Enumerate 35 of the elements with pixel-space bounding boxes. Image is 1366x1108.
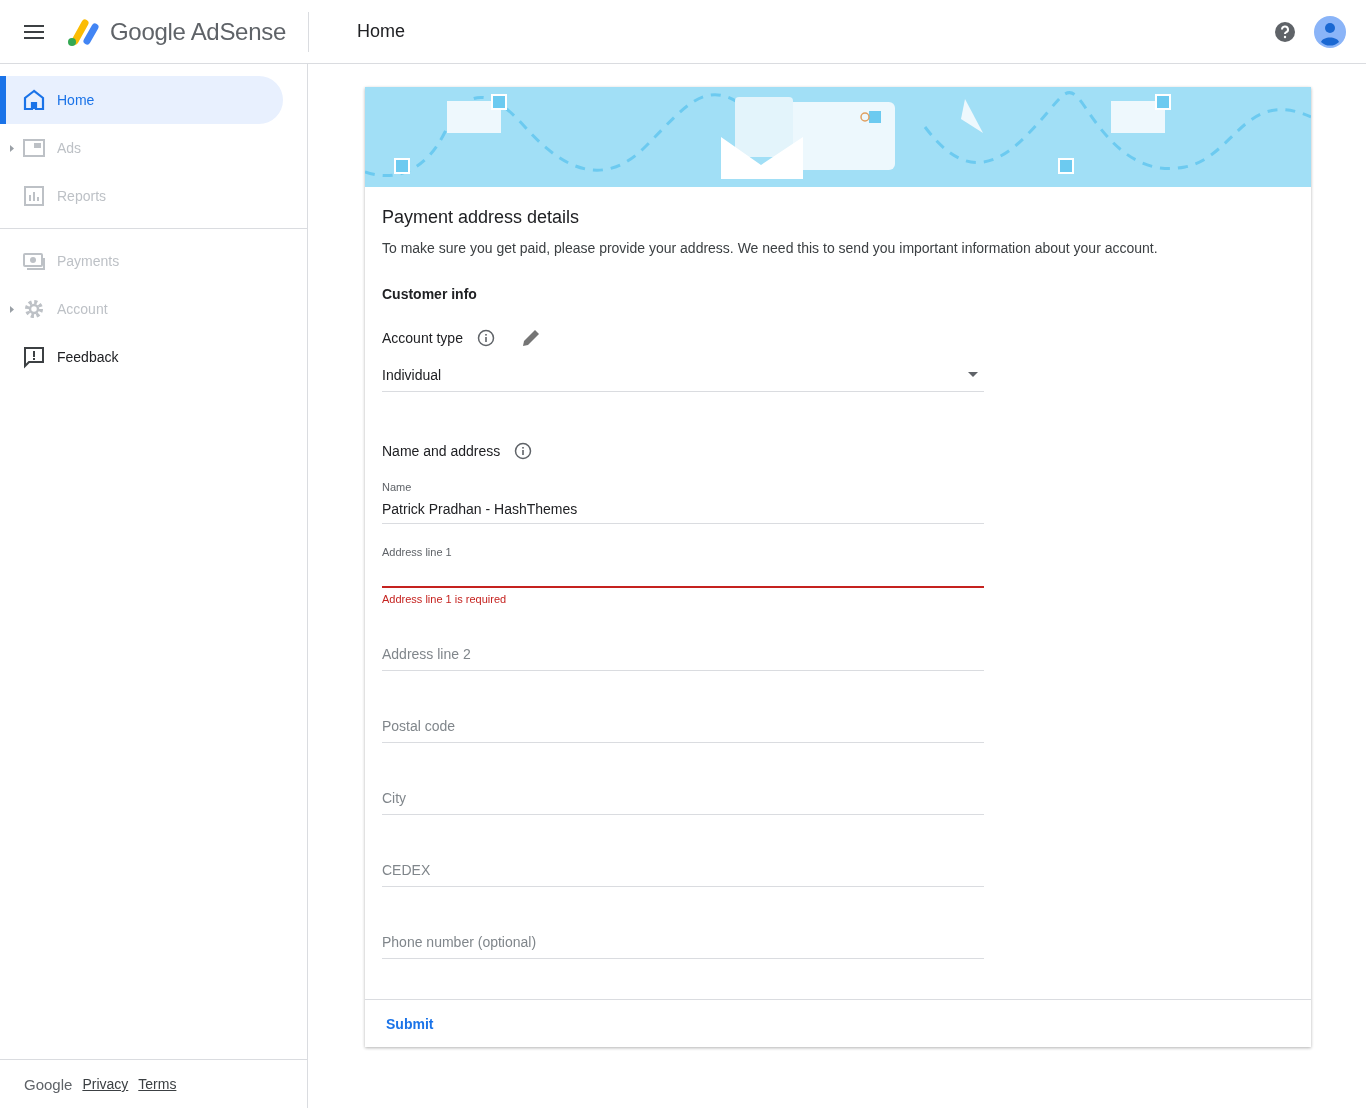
submit-button[interactable]: Submit: [377, 1009, 443, 1038]
input-field[interactable]: Phone number (optional): [382, 917, 984, 959]
field-label: Account type: [382, 330, 463, 346]
error-message: Address line 1 is required: [382, 593, 508, 605]
footer-link[interactable]: Privacy: [82, 1076, 129, 1092]
section-heading: Customer info: [382, 286, 478, 302]
menu-icon[interactable]: [24, 24, 44, 39]
ads-icon: [22, 136, 46, 160]
info-icon[interactable]: [514, 442, 533, 460]
logo-icon: [66, 16, 100, 47]
name-field[interactable]: Name Patrick Pradhan - HashThemes: [382, 481, 984, 524]
account-icon: [22, 297, 46, 321]
info-icon[interactable]: [476, 329, 495, 347]
input-field[interactable]: City: [382, 773, 984, 815]
dropdown-arrow-icon: [968, 372, 978, 377]
account-type-dropdown[interactable]: Individual: [382, 358, 984, 392]
page-title: Home: [356, 21, 405, 42]
input-field[interactable]: CEDEX: [382, 845, 984, 887]
edit-icon[interactable]: [520, 328, 541, 348]
card-description: To make sure you get paid, please provide your address. We need this to send you important information about your account.: [382, 240, 1159, 256]
sidebar-item[interactable]: Feedback: [0, 333, 283, 381]
input-field[interactable]: Postal code: [382, 701, 984, 743]
footer-link[interactable]: Terms: [138, 1076, 177, 1092]
sidebar-item[interactable]: Home: [0, 76, 283, 124]
reports-icon: [22, 184, 46, 208]
field-label: Name and address: [382, 443, 501, 459]
avatar-icon[interactable]: [1314, 15, 1346, 48]
help-icon[interactable]: [1274, 20, 1296, 43]
brand-name: Google AdSense: [110, 17, 286, 46]
home-icon: [22, 88, 46, 112]
feedback-icon: [22, 345, 46, 369]
footer-brand: Google: [24, 1075, 73, 1093]
input-field[interactable]: Address line 2: [382, 629, 984, 671]
address-field[interactable]: Address line 1: [382, 546, 984, 588]
card-title: Payment address details: [382, 207, 581, 228]
